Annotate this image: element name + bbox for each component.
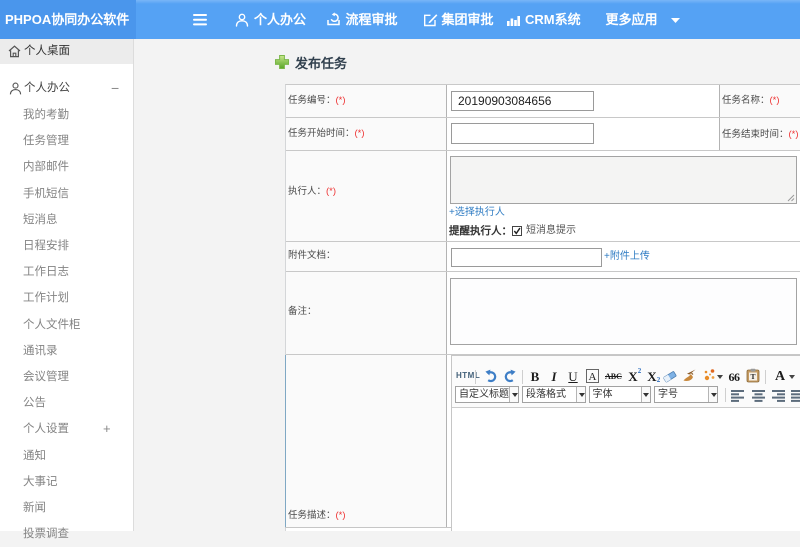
svg-text:T: T (750, 372, 755, 381)
